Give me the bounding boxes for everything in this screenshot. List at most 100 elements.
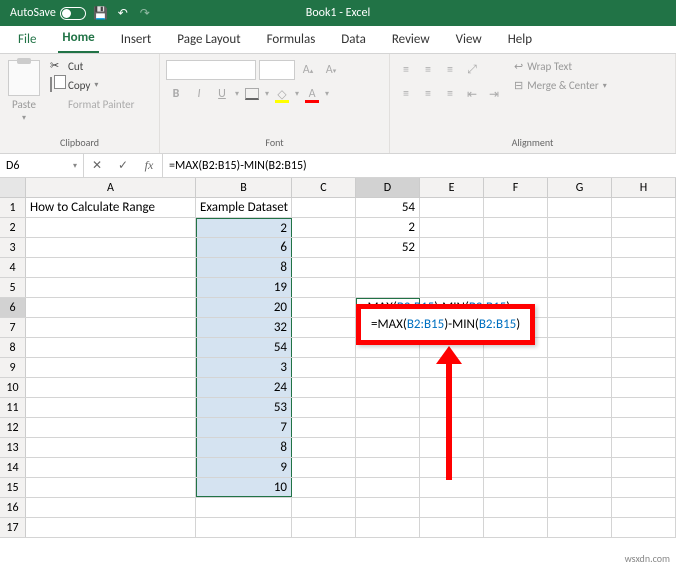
- cell[interactable]: [612, 398, 676, 417]
- cell[interactable]: [612, 218, 676, 237]
- align-right-icon[interactable]: ≡: [440, 84, 460, 104]
- cell[interactable]: [26, 518, 196, 537]
- cell[interactable]: [484, 258, 548, 277]
- cell[interactable]: 3: [196, 358, 292, 377]
- cell[interactable]: [484, 438, 548, 457]
- cell[interactable]: [612, 458, 676, 477]
- cancel-formula-button[interactable]: ✕: [84, 158, 110, 173]
- cell[interactable]: [26, 358, 196, 377]
- paste-button[interactable]: Paste ▾: [6, 58, 42, 134]
- cell[interactable]: [548, 478, 612, 497]
- name-box[interactable]: D6▾: [0, 154, 84, 177]
- tab-formulas[interactable]: Formulas: [263, 26, 320, 53]
- cell[interactable]: [484, 238, 548, 257]
- align-center-icon[interactable]: ≡: [418, 84, 438, 104]
- cell[interactable]: [612, 238, 676, 257]
- cell[interactable]: [484, 358, 548, 377]
- cell[interactable]: [612, 338, 676, 357]
- bold-button[interactable]: B: [166, 84, 186, 104]
- cut-button[interactable]: ✂Cut: [46, 58, 138, 74]
- row-header[interactable]: 16: [0, 498, 26, 517]
- decrease-font-icon[interactable]: A▾: [321, 60, 341, 80]
- format-painter-button[interactable]: Format Painter: [46, 96, 138, 112]
- cell[interactable]: [548, 438, 612, 457]
- cell[interactable]: 6: [196, 238, 292, 257]
- cell[interactable]: [292, 258, 356, 277]
- font-size-select[interactable]: [259, 60, 295, 80]
- cell[interactable]: 2: [356, 218, 420, 237]
- cell[interactable]: 54: [356, 198, 420, 217]
- row-header[interactable]: 6: [0, 298, 26, 317]
- cell[interactable]: [612, 298, 676, 317]
- spreadsheet-grid[interactable]: A B C D E F G H 1How to Calculate RangeE…: [0, 178, 676, 538]
- cell[interactable]: [420, 278, 484, 297]
- increase-indent-icon[interactable]: ⇥: [484, 84, 504, 104]
- cell[interactable]: [356, 258, 420, 277]
- cell[interactable]: [26, 338, 196, 357]
- select-all-corner[interactable]: [0, 178, 26, 197]
- row-header[interactable]: 15: [0, 478, 26, 497]
- cell[interactable]: [420, 218, 484, 237]
- cell[interactable]: [548, 518, 612, 537]
- tab-file[interactable]: File: [14, 26, 40, 53]
- row-header[interactable]: 2: [0, 218, 26, 237]
- cell[interactable]: 32: [196, 318, 292, 337]
- cell[interactable]: [292, 518, 356, 537]
- autosave-toggle[interactable]: AutoSave: [10, 6, 86, 20]
- cell[interactable]: 2: [196, 218, 292, 237]
- cell[interactable]: [356, 438, 420, 457]
- cell[interactable]: 19: [196, 278, 292, 297]
- cell[interactable]: [548, 318, 612, 337]
- row-header[interactable]: 4: [0, 258, 26, 277]
- cell[interactable]: [548, 278, 612, 297]
- border-button[interactable]: [242, 84, 262, 104]
- cell[interactable]: [548, 238, 612, 257]
- cell[interactable]: [420, 518, 484, 537]
- cell[interactable]: 7: [196, 418, 292, 437]
- row-header[interactable]: 1: [0, 198, 26, 217]
- merge-center-button[interactable]: ⊟Merge & Center ▾: [514, 79, 607, 92]
- cell[interactable]: 52: [356, 238, 420, 257]
- cell[interactable]: 54: [196, 338, 292, 357]
- cell[interactable]: [484, 518, 548, 537]
- cell[interactable]: 8: [196, 438, 292, 457]
- cell[interactable]: [26, 398, 196, 417]
- cell[interactable]: [196, 498, 292, 517]
- row-header[interactable]: 11: [0, 398, 26, 417]
- cell[interactable]: [292, 278, 356, 297]
- cell[interactable]: [420, 458, 484, 477]
- orientation-icon[interactable]: ⤢: [462, 60, 482, 80]
- tab-review[interactable]: Review: [388, 26, 434, 53]
- row-header[interactable]: 14: [0, 458, 26, 477]
- row-header[interactable]: 3: [0, 238, 26, 257]
- cell[interactable]: [548, 378, 612, 397]
- cell[interactable]: [292, 458, 356, 477]
- cell[interactable]: [548, 198, 612, 217]
- cell[interactable]: [356, 278, 420, 297]
- tab-data[interactable]: Data: [337, 26, 370, 53]
- cell[interactable]: [484, 458, 548, 477]
- cell[interactable]: [26, 418, 196, 437]
- tab-insert[interactable]: Insert: [117, 26, 156, 53]
- cell[interactable]: How to Calculate Range: [26, 198, 196, 217]
- italic-button[interactable]: I: [189, 84, 209, 104]
- cell[interactable]: [26, 298, 196, 317]
- cell[interactable]: [292, 298, 356, 317]
- cell[interactable]: [548, 498, 612, 517]
- cell[interactable]: [26, 478, 196, 497]
- cell[interactable]: [292, 438, 356, 457]
- col-header-a[interactable]: A: [26, 178, 196, 197]
- row-header[interactable]: 7: [0, 318, 26, 337]
- fx-icon[interactable]: fx: [136, 158, 162, 173]
- cell[interactable]: [612, 378, 676, 397]
- cell[interactable]: [420, 418, 484, 437]
- col-header-b[interactable]: B: [196, 178, 292, 197]
- cell[interactable]: [548, 458, 612, 477]
- tab-home[interactable]: Home: [58, 24, 98, 53]
- cell[interactable]: [292, 418, 356, 437]
- cell[interactable]: [26, 498, 196, 517]
- cell[interactable]: [484, 218, 548, 237]
- cell[interactable]: [292, 498, 356, 517]
- cell[interactable]: [356, 358, 420, 377]
- cell[interactable]: 10: [196, 478, 292, 497]
